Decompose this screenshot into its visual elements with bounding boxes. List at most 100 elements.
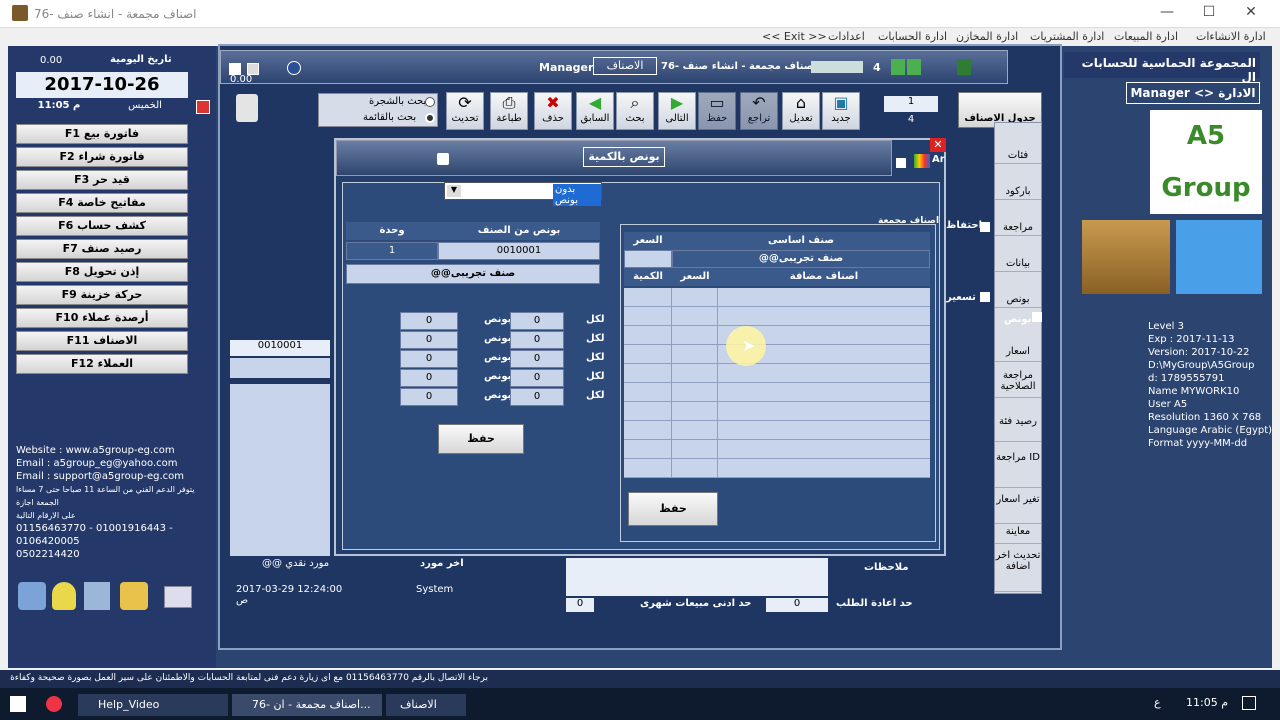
menu-stores[interactable]: ادارة المخازن <box>956 30 1018 43</box>
bulb-icon[interactable] <box>52 582 76 610</box>
retain-checkbox[interactable] <box>980 222 990 232</box>
base-price-value[interactable] <box>624 250 672 268</box>
notification-icon[interactable] <box>1242 696 1256 710</box>
record-slider[interactable] <box>811 61 863 73</box>
printer-icon[interactable] <box>164 586 192 608</box>
qty-field[interactable]: 0 <box>400 350 458 368</box>
bonus-field[interactable]: 0 <box>510 350 564 368</box>
fkey-account-statement[interactable]: F6 كشف حساب <box>16 216 188 236</box>
delete-button[interactable]: ✖ حذف <box>534 92 572 130</box>
taskbar-clock[interactable]: 11:05 م <box>1186 696 1228 709</box>
menu-constructions[interactable]: ادارة الانشاءات <box>1196 30 1266 43</box>
bonus-label: بونص <box>484 390 512 401</box>
form-field-group[interactable] <box>230 384 330 556</box>
side-category-balance[interactable]: رصيد فئة <box>995 402 1041 442</box>
form-field[interactable] <box>230 358 330 378</box>
excel-icon[interactable] <box>957 59 971 75</box>
fkey-items[interactable]: F11 الاصناف <box>16 331 188 351</box>
unit-value[interactable]: 1 <box>346 242 438 260</box>
side-preview[interactable]: معاينة <box>995 526 1041 544</box>
fkey-sales-invoice[interactable]: F1 فاتورة بيع <box>16 124 188 144</box>
qty-field[interactable]: 0 <box>400 369 458 387</box>
bonus-type-dropdown[interactable]: ▼ بدون بونص <box>444 182 602 206</box>
calendar-icon[interactable] <box>196 100 210 114</box>
dialog-checkbox[interactable] <box>896 158 906 168</box>
binoculars-icon[interactable] <box>437 153 449 165</box>
side-prices[interactable]: اسعار <box>995 330 1041 362</box>
trash-icon[interactable] <box>236 94 258 122</box>
refresh-button[interactable]: ⟳ تحديث <box>446 92 484 130</box>
menu-purchases[interactable]: ادارة المشتريات <box>1030 30 1104 43</box>
prev-button[interactable]: ◀ السابق <box>576 92 614 130</box>
side-data[interactable]: بيانات <box>995 240 1041 272</box>
save-grouped-button[interactable]: حفظ <box>628 492 718 526</box>
side-categories[interactable]: فئات <box>995 132 1041 164</box>
menu-sales[interactable]: ادارة المبيعات <box>1114 30 1178 43</box>
fkey-special-keys[interactable]: F4 مفاتيح خاصة <box>16 193 188 213</box>
min-sales-value[interactable]: 0 <box>566 598 594 612</box>
reorder-value[interactable]: 0 <box>766 598 828 612</box>
handshake-icon[interactable] <box>18 582 46 610</box>
menu-settings[interactable]: اعدادات <box>828 30 865 43</box>
search-button[interactable]: ⌕ بحث <box>616 92 654 130</box>
edit-button[interactable]: ⌂ تعديل <box>782 92 820 130</box>
side-change-prices[interactable]: تغير اسعار <box>995 492 1041 524</box>
fkey-free-entry[interactable]: F3 قيد حر <box>16 170 188 190</box>
down-arrow-icon[interactable] <box>891 59 905 75</box>
close-button[interactable]: ✕ <box>1240 4 1262 24</box>
new-button[interactable]: ▣ جديد <box>822 92 860 130</box>
lock-icon[interactable] <box>120 582 148 610</box>
bonus-item-name[interactable]: @@صنف تجريبى <box>346 264 600 284</box>
fkey-treasury[interactable]: F9 حركة خزينة <box>16 285 188 305</box>
fkey-item-balance[interactable]: F7 رصيد صنف <box>16 239 188 259</box>
search-list-radio[interactable] <box>425 113 435 123</box>
fkey-customers[interactable]: F12 العملاء <box>16 354 188 374</box>
language-label[interactable]: Ar <box>932 154 945 165</box>
bonus-checkbox[interactable] <box>1032 312 1042 322</box>
bonus-field[interactable]: 0 <box>510 388 564 406</box>
taskbar-items-window[interactable]: 76- اصناف مجمعة - ان... <box>232 694 382 716</box>
side-review[interactable]: مراجعة <box>995 204 1041 236</box>
print-button[interactable]: ⎙ طباعة <box>490 92 528 130</box>
fkey-transfer[interactable]: F8 إذن تحويل <box>16 262 188 282</box>
menu-accounts[interactable]: ادارة الحسابات <box>878 30 947 43</box>
menu-exit[interactable]: << Exit >> <box>762 30 827 43</box>
dialog-close-icon[interactable]: ✕ <box>930 138 946 152</box>
fkey-purchase-invoice[interactable]: F2 فاتورة شراء <box>16 147 188 167</box>
side-id-review[interactable]: مراجعة ID <box>995 448 1041 488</box>
taskbar-items[interactable]: الاصناف <box>386 694 466 716</box>
windows-start-icon[interactable] <box>10 696 26 712</box>
side-barcode[interactable]: باركود <box>995 168 1041 200</box>
search-tree-radio[interactable] <box>425 97 435 107</box>
item-code-field[interactable]: 0010001 <box>230 340 330 356</box>
minimize-button[interactable]: — <box>1156 4 1178 24</box>
up-arrow-icon[interactable] <box>907 59 921 75</box>
side-bonus[interactable]: بونص <box>995 276 1041 308</box>
journal-date[interactable]: 2017-10-26 <box>16 72 188 98</box>
save-bonus-button[interactable]: حفظ <box>438 424 524 454</box>
side-validity-review[interactable]: مراجعة الصلاحية <box>995 366 1041 398</box>
chrome-icon[interactable] <box>46 696 62 712</box>
bonus-field[interactable]: 0 <box>510 312 564 330</box>
qty-field[interactable]: 0 <box>400 312 458 330</box>
side-refresh-last[interactable]: تحديث اخر اضافة <box>995 550 1041 592</box>
input-language[interactable]: ع <box>1154 696 1161 709</box>
calculator-icon[interactable] <box>84 582 110 610</box>
help-icon[interactable] <box>287 61 301 75</box>
next-button[interactable]: ▶ التالى <box>658 92 696 130</box>
pricing-checkbox[interactable] <box>980 292 990 302</box>
bonus-item-code[interactable]: 0010001 <box>438 242 600 260</box>
notes-field[interactable] <box>566 558 828 596</box>
undo-button[interactable]: ↶ تراجع <box>740 92 778 130</box>
taskbar-help-video[interactable]: Help_Video <box>78 694 228 716</box>
save-toolbar-button[interactable]: ▭ حفظ <box>698 92 736 130</box>
bonus-field[interactable]: 0 <box>510 369 564 387</box>
added-items-grid[interactable] <box>624 288 930 478</box>
bonus-field[interactable]: 0 <box>510 331 564 349</box>
qty-field[interactable]: 0 <box>400 388 458 406</box>
tab-items[interactable]: الاصناف <box>593 57 657 75</box>
base-item-value[interactable]: @@صنف تجريبى <box>672 250 930 268</box>
maximize-button[interactable]: ☐ <box>1198 4 1220 24</box>
qty-field[interactable]: 0 <box>400 331 458 349</box>
fkey-customer-balances[interactable]: F10 أرصدة عملاء <box>16 308 188 328</box>
